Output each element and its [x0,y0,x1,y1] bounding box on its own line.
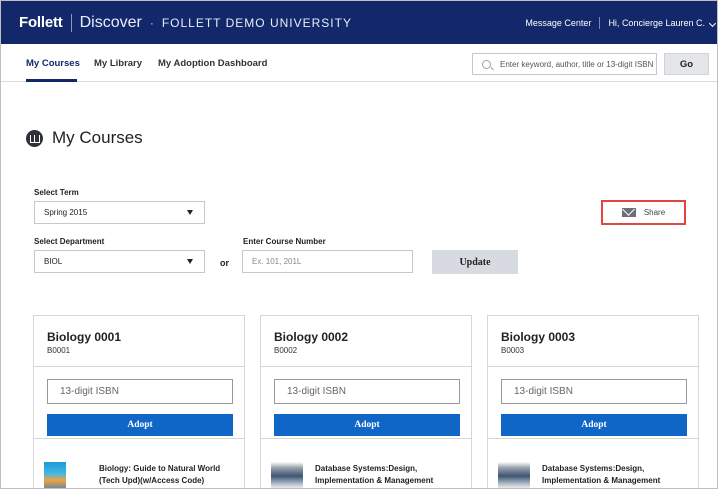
header-divider [599,16,601,29]
header-actions: Message Center Hi, Concierge Lauren C. [525,16,717,29]
book-title[interactable]: Database Systems:Design, Implementation … [542,463,682,487]
card-divider [261,366,471,367]
book-title[interactable]: Database Systems:Design, Implementation … [315,463,455,487]
course-title[interactable]: Biology 0003 [501,330,575,344]
department-value: BIOL [44,257,63,266]
card-divider [488,438,698,439]
book-cover-image[interactable] [498,462,530,488]
course-title[interactable]: Biology 0002 [274,330,348,344]
course-number-input[interactable] [242,250,413,273]
course-title[interactable]: Biology 0001 [47,330,121,344]
book-cover-image[interactable] [44,462,66,488]
adopt-button[interactable]: Adopt [274,414,460,436]
isbn-input[interactable] [47,379,233,404]
book-icon [26,129,43,147]
department-label: Select Department [34,237,105,246]
book-cover-image[interactable] [271,462,303,488]
card-divider [34,438,244,439]
course-card: Biology 0001 B0001 Adopt Biology: Guide … [33,315,245,488]
go-button[interactable]: Go [664,53,709,75]
adopt-button[interactable]: Adopt [501,414,687,436]
brand-divider [70,13,72,32]
book-title[interactable]: Biology: Guide to Natural World (Tech Up… [99,463,239,487]
active-tab-indicator [26,79,77,82]
user-menu[interactable]: Hi, Concierge Lauren C. [608,17,717,28]
message-center-link[interactable]: Message Center [525,18,591,28]
tab-my-adoption-dashboard[interactable]: My Adoption Dashboard [158,58,267,69]
course-card: Biology 0003 B0003 Adopt Database System… [487,315,699,488]
page-heading: My Courses [26,128,143,148]
course-card: Biology 0002 B0002 Adopt Database System… [260,315,472,488]
card-divider [34,366,244,367]
term-value: Spring 2015 [44,208,88,217]
or-label: or [220,258,229,268]
mail-icon [621,208,636,217]
isbn-input[interactable] [274,379,460,404]
card-divider [261,438,471,439]
follett-logo[interactable]: Follett [19,14,63,31]
chevron-down-icon [708,19,717,27]
course-code: B0001 [47,346,71,355]
update-button[interactable]: Update [432,250,518,274]
user-greeting: Hi, Concierge Lauren C. [608,17,705,28]
adopt-button[interactable]: Adopt [47,414,233,436]
share-label: Share [643,208,666,217]
course-code: B0003 [501,346,525,355]
isbn-input[interactable] [501,379,687,404]
tab-my-courses[interactable]: My Courses [26,58,80,69]
search-input[interactable] [500,59,656,69]
dropdown-arrow-icon [187,259,193,264]
share-button[interactable]: Share [601,200,686,225]
term-select[interactable]: Spring 2015 [34,201,205,224]
school-name: FOLLETT DEMO UNIVERSITY [161,15,352,30]
main-nav: My Courses My Library My Adoption Dashbo… [1,44,717,82]
department-select[interactable]: BIOL [34,250,205,273]
term-label: Select Term [34,188,79,197]
course-number-label: Enter Course Number [243,237,326,246]
tab-my-library[interactable]: My Library [94,58,142,69]
dropdown-arrow-icon [187,210,193,215]
search-icon [482,59,491,69]
course-code: B0002 [274,346,298,355]
card-divider [488,366,698,367]
top-header: Follett Discover · FOLLETT DEMO UNIVERSI… [1,1,717,44]
product-name: Discover [79,13,142,31]
app-window: Follett Discover · FOLLETT DEMO UNIVERSI… [0,0,718,489]
page-title: My Courses [52,128,143,147]
search-box[interactable] [472,53,657,75]
brand-dot: · [149,15,154,30]
